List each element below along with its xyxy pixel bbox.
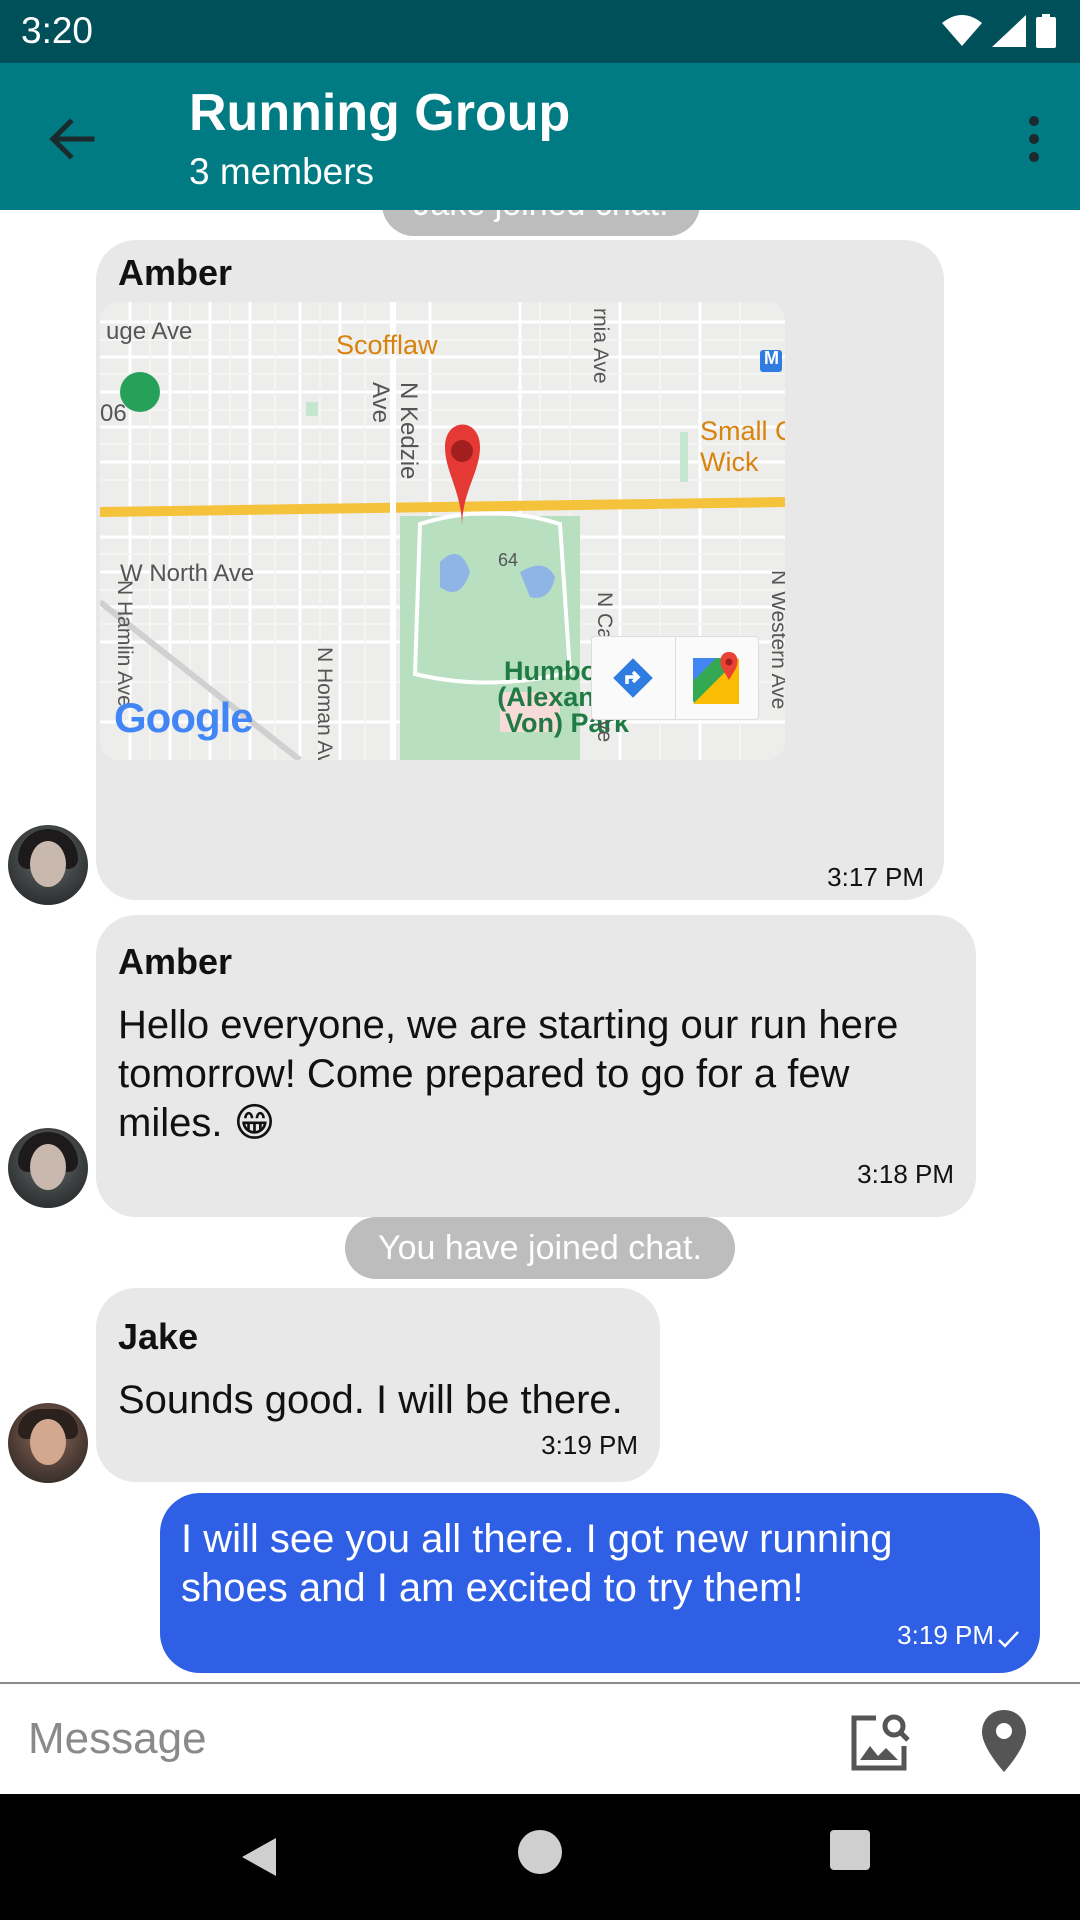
check-icon — [998, 1631, 1019, 1648]
map-label-n-kedzie-ave: N Kedzie Ave — [367, 382, 422, 480]
open-in-maps-button[interactable] — [676, 637, 759, 719]
attach-image-button[interactable] — [846, 1710, 912, 1776]
system-message: You have joined chat. — [345, 1217, 735, 1279]
message-time: 3:18 PM — [857, 1159, 954, 1189]
system-message: Jake joined chat. — [382, 210, 700, 236]
nav-back-icon[interactable] — [236, 1834, 282, 1880]
avatar[interactable] — [8, 1403, 88, 1483]
location-message-bubble[interactable]: Amber Scofflaw W North Ave uge Ave 06 64… — [96, 240, 944, 900]
google-logo: Google — [114, 694, 254, 741]
avatar[interactable] — [8, 1128, 88, 1208]
directions-button[interactable] — [592, 637, 676, 719]
status-time: 3:20 — [21, 10, 94, 51]
message-text: I will see you all there. I got new runn… — [181, 1517, 893, 1610]
map-label-route-64: 64 — [498, 550, 519, 570]
map-label-n-hamlin-ave: N Hamlin Ave — [113, 580, 136, 707]
avatar[interactable] — [8, 825, 88, 905]
map-label-scofflaw: Scofflaw — [336, 330, 438, 360]
map-label-small-wick: Small C Wick — [700, 416, 785, 477]
message-time: 3:19 PM — [897, 1620, 994, 1650]
map-label-route-06: 06 — [100, 400, 127, 427]
overflow-menu-button[interactable] — [1014, 109, 1054, 169]
chat-list[interactable]: Jake joined chat. Amber — [0, 210, 1080, 1682]
arrow-left-icon — [49, 118, 95, 160]
image-search-icon — [851, 1714, 910, 1771]
map-label-uge-ave: uge Ave — [106, 318, 193, 345]
message-time: 3:19 PM — [541, 1430, 638, 1460]
sender-name: Amber — [118, 252, 233, 293]
message-bubble[interactable]: Amber Hello everyone, we are starting ou… — [96, 915, 976, 1217]
outgoing-message-bubble[interactable]: I will see you all there. I got new runn… — [160, 1493, 1040, 1673]
message-time: 3:17 PM — [827, 862, 924, 892]
system-navigation-bar — [0, 1794, 1080, 1920]
map-label-metro: M — [764, 348, 779, 368]
directions-icon — [613, 658, 654, 698]
location-pin-icon — [982, 1710, 1026, 1772]
sender-name: Jake — [118, 1316, 199, 1357]
sender-name: Amber — [118, 941, 233, 982]
google-maps-icon — [692, 652, 739, 704]
more-vert-icon — [1029, 116, 1039, 162]
map-preview[interactable]: Scofflaw W North Ave uge Ave 06 64 M Sma… — [100, 302, 785, 760]
status-bar: 3:20 — [0, 0, 1080, 63]
nav-recents-icon[interactable] — [830, 1830, 870, 1870]
map-label-w-north-ave: W North Ave — [120, 560, 255, 587]
map-toolbar — [591, 636, 759, 720]
message-bubble[interactable]: Jake Sounds good. I will be there. 3:19 … — [96, 1288, 660, 1482]
map-label-n-homan-ave: N Homan Ave — [313, 647, 336, 760]
message-input[interactable] — [26, 1702, 810, 1776]
battery-icon — [1036, 14, 1056, 48]
back-button[interactable] — [42, 109, 102, 169]
app-bar: Running Group 3 members — [0, 63, 1080, 210]
status-icons — [942, 14, 1056, 48]
map-label-n-western-ave: N Western Ave — [767, 570, 785, 710]
wifi-icon — [942, 15, 982, 46]
signal-icon — [992, 15, 1026, 47]
member-count: 3 members — [189, 151, 375, 192]
message-composer — [0, 1682, 1080, 1796]
message-text: Sounds good. I will be there. — [118, 1378, 623, 1422]
nav-home-icon[interactable] — [518, 1830, 562, 1874]
map-label-rnia-ave: rnia Ave — [589, 308, 612, 384]
message-text: Hello everyone, we are starting our run … — [118, 1003, 899, 1145]
page-title: Running Group — [189, 84, 571, 142]
share-location-button[interactable] — [980, 1708, 1028, 1774]
